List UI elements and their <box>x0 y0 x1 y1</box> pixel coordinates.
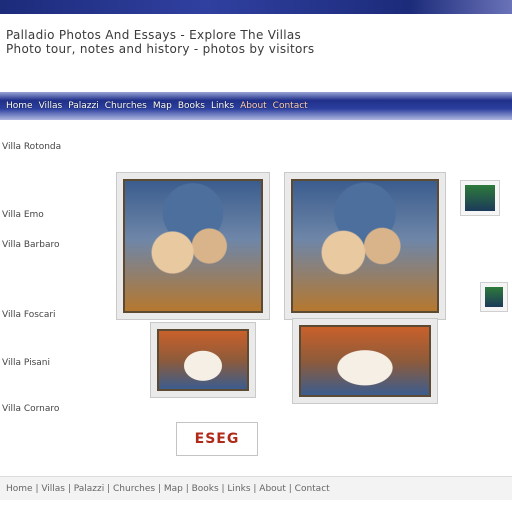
photo-villa-2[interactable] <box>284 172 446 320</box>
header-title: Palladio Photos And Essays - Explore The… <box>6 28 302 42</box>
page-header: Palladio Photos And Essays - Explore The… <box>0 22 512 74</box>
nav-link-churches[interactable]: Churches <box>105 101 147 111</box>
nav-link-map[interactable]: Map <box>153 101 172 111</box>
photo-detail-2[interactable] <box>292 318 438 404</box>
photo-image <box>299 325 431 397</box>
sidebar-item[interactable]: Villa Barbaro <box>2 240 106 251</box>
main-nav-bar: Home Villas Palazzi Churches Map Books L… <box>0 92 512 120</box>
sidebar: Villa Rotonda Villa Emo Villa Barbaro Vi… <box>0 138 110 438</box>
thumb-image <box>465 185 495 211</box>
sidebar-item[interactable]: Villa Cornaro <box>2 404 106 415</box>
header-subtitle: Photo tour, notes and history - photos b… <box>6 42 315 56</box>
sidebar-item[interactable]: Villa Emo <box>2 210 106 221</box>
photo-image <box>123 179 263 313</box>
nav-link-palazzi[interactable]: Palazzi <box>68 101 99 111</box>
nav-link-links[interactable]: Links <box>211 101 234 111</box>
sidebar-item[interactable]: Villa Pisani <box>2 358 106 369</box>
footer-links[interactable]: Home | Villas | Palazzi | Churches | Map… <box>6 484 330 494</box>
right-ad-thumb-1[interactable] <box>460 180 500 216</box>
sidebar-item[interactable]: Villa Rotonda <box>2 142 106 153</box>
nav-link-about[interactable]: About <box>240 101 267 111</box>
photo-image <box>291 179 439 313</box>
top-banner-strip <box>0 0 512 14</box>
thumb-image <box>485 287 503 307</box>
nav-link-villas[interactable]: Villas <box>39 101 63 111</box>
logo-text: ESEG <box>194 431 240 447</box>
page-footer: Home | Villas | Palazzi | Churches | Map… <box>0 476 512 500</box>
photo-image <box>157 329 249 391</box>
right-ad-thumb-2[interactable] <box>480 282 508 312</box>
sidebar-item[interactable]: Villa Foscari <box>2 310 106 321</box>
photo-villa-1[interactable] <box>116 172 270 320</box>
site-logo-badge[interactable]: ESEG <box>176 422 258 456</box>
photo-detail-1[interactable] <box>150 322 256 398</box>
nav-link-contact[interactable]: Contact <box>273 101 308 111</box>
nav-link-home[interactable]: Home <box>6 101 33 111</box>
nav-link-books[interactable]: Books <box>178 101 205 111</box>
